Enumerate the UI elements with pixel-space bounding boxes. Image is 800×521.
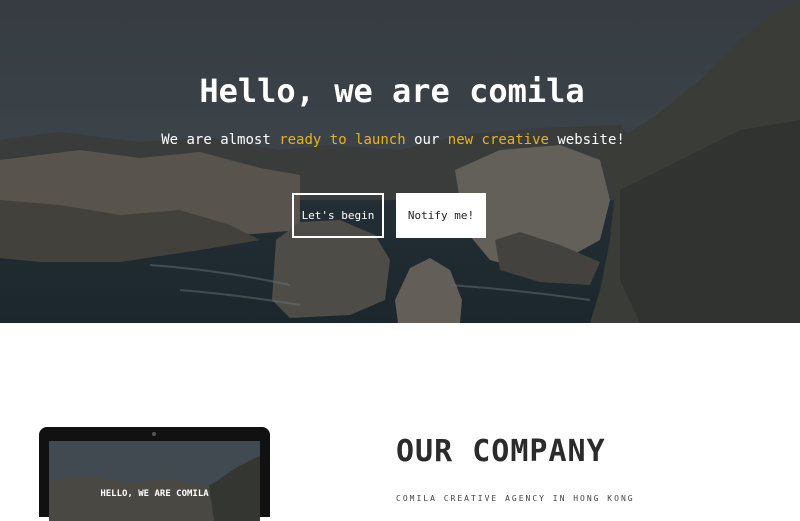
laptop-screen: HELLO, WE ARE COMILA	[49, 441, 260, 521]
laptop-mockup: HELLO, WE ARE COMILA	[39, 427, 270, 521]
hero-section: Hello, we are comila We are almost ready…	[0, 0, 800, 323]
lets-begin-button[interactable]: Let's begin	[292, 193, 384, 238]
hero-subtitle-text-1: We are almost	[161, 132, 280, 148]
hero-subtitle-highlight-2: new creative	[447, 132, 549, 148]
hero-subtitle-highlight-1: ready to launch	[279, 132, 406, 148]
laptop-screen-title: HELLO, WE ARE COMILA	[100, 489, 209, 499]
company-heading: OUR COMPANY	[396, 434, 606, 469]
laptop-screen-image	[49, 441, 260, 521]
hero-subtitle: We are almost ready to launch our new cr…	[0, 132, 786, 148]
hero-background-image	[0, 0, 800, 323]
hero-subtitle-text-3: website!	[548, 132, 625, 148]
hero-subtitle-text-2: our	[405, 132, 448, 148]
notify-me-button[interactable]: Notify me!	[396, 193, 486, 238]
laptop-camera	[152, 432, 156, 436]
company-description: COMILA CREATIVE AGENCY IN HONG KONG	[396, 494, 635, 503]
hero-title: Hello, we are comila	[199, 72, 585, 110]
